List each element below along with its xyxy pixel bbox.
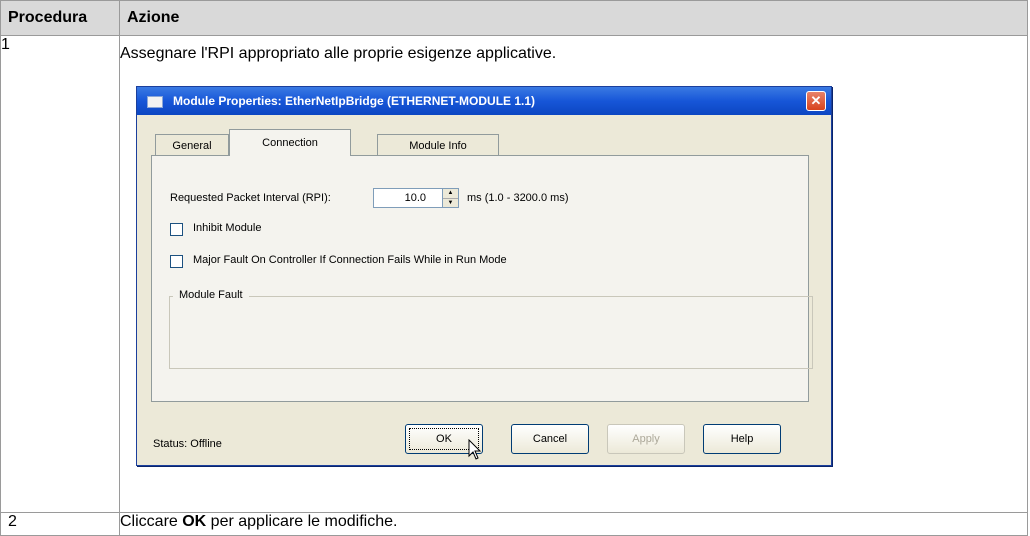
close-icon: ✕: [810, 93, 822, 108]
mouse-pointer-icon: [468, 439, 482, 460]
dialog-title: Module Properties: EtherNetIpBridge (ETH…: [173, 94, 536, 108]
cancel-button[interactable]: Cancel: [511, 424, 589, 454]
step-text: Cliccare OK per applicare le modifiche.: [119, 512, 1028, 536]
header-step: Procedura: [0, 0, 120, 36]
tab-connection[interactable]: Connection: [229, 129, 351, 156]
rpi-label: Requested Packet Interval (RPI):: [170, 192, 331, 204]
module-fault-group: [169, 296, 813, 369]
table-row: 2 Cliccare OK per applicare le modifiche…: [0, 512, 1028, 536]
tab-general[interactable]: General: [155, 134, 229, 156]
close-button[interactable]: ✕: [806, 91, 826, 111]
step-number: 2: [0, 512, 120, 536]
spin-down-icon[interactable]: ▼: [443, 199, 458, 208]
window-icon: [147, 96, 163, 108]
ok-emphasis: OK: [182, 513, 207, 530]
title-bar[interactable]: Module Properties: EtherNetIpBridge (ETH…: [137, 87, 831, 115]
major-fault-checkbox[interactable]: [170, 255, 183, 268]
module-fault-label: Module Fault: [173, 289, 249, 301]
inhibit-module-label: Inhibit Module: [193, 222, 262, 234]
rpi-unit-label: ms (1.0 - 3200.0 ms): [467, 192, 569, 204]
spin-up-icon[interactable]: ▲: [443, 189, 458, 199]
module-properties-dialog: Module Properties: EtherNetIpBridge (ETH…: [136, 86, 832, 466]
tab-module-info[interactable]: Module Info: [377, 134, 499, 156]
help-button[interactable]: Help: [703, 424, 781, 454]
step-text: Assegnare l'RPI appropriato alle proprie…: [120, 45, 557, 62]
rpi-input[interactable]: 10.0: [373, 188, 443, 208]
major-fault-label: Major Fault On Controller If Connection …: [193, 254, 507, 266]
apply-button[interactable]: Apply: [607, 424, 685, 454]
rpi-spinner[interactable]: ▲ ▼: [443, 188, 459, 208]
step-number: 1: [0, 35, 120, 513]
inhibit-module-checkbox[interactable]: [170, 223, 183, 236]
header-action: Azione: [119, 0, 1028, 36]
status-text: Status: Offline: [153, 438, 222, 450]
